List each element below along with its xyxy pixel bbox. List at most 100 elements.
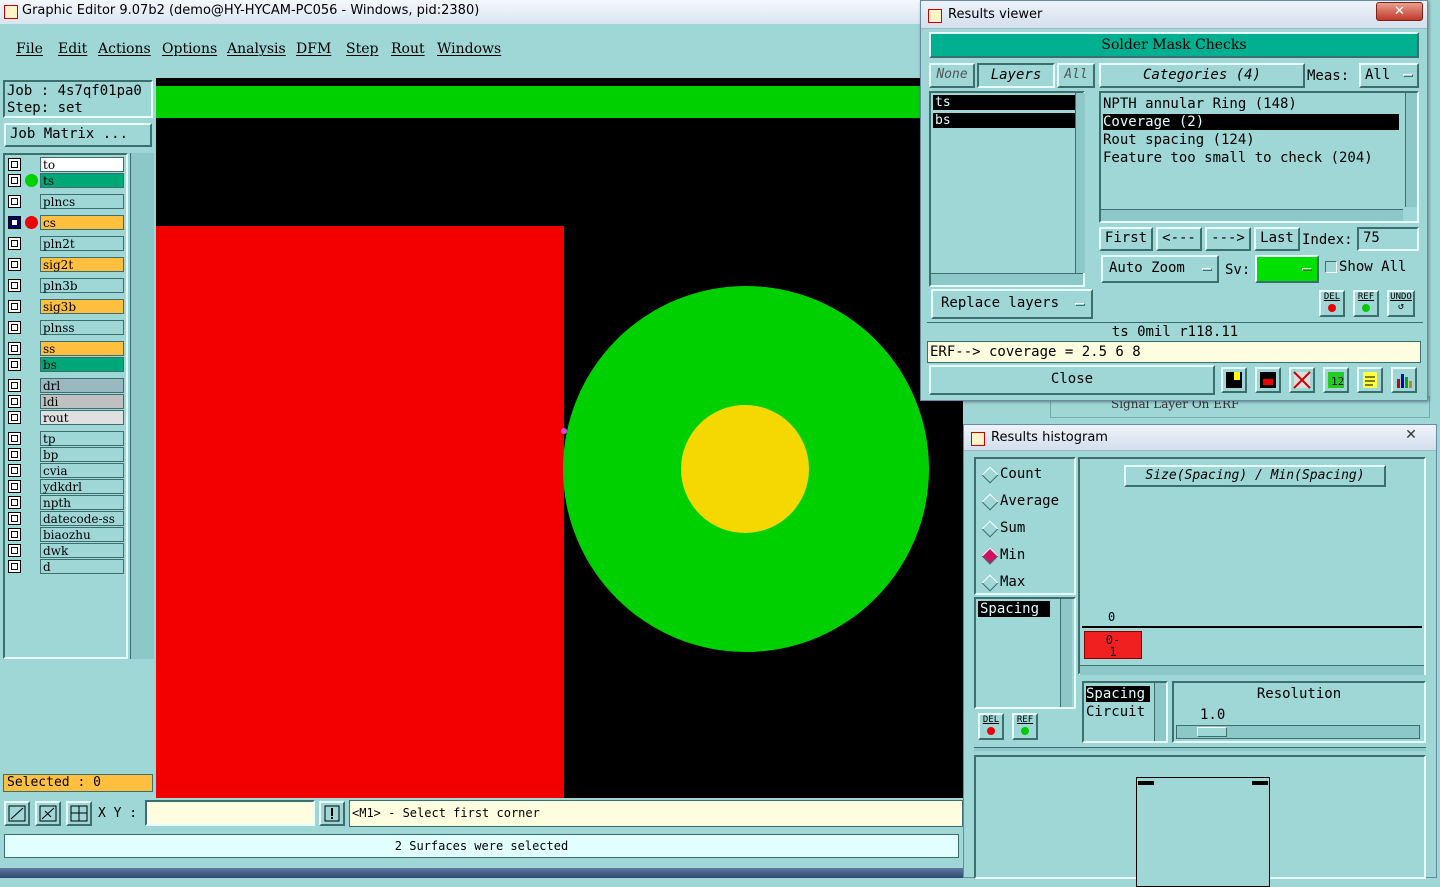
next-button[interactable]: --->	[1205, 227, 1251, 251]
layers-none-button[interactable]: None	[929, 63, 975, 88]
highlight-icon[interactable]	[1255, 367, 1281, 393]
menu-actions[interactable]: Actions	[98, 41, 151, 57]
layer-checkbox[interactable]	[8, 496, 21, 509]
grid-icon[interactable]	[66, 801, 92, 826]
close-window-button[interactable]: ✕	[1376, 2, 1423, 21]
layer-row-npth[interactable]: npth	[6, 495, 124, 510]
layers-all-button[interactable]: All	[1057, 63, 1095, 88]
close-button[interactable]: Close	[929, 365, 1215, 395]
layer-row-bp[interactable]: bp	[6, 447, 124, 462]
layer-checkbox[interactable]	[8, 195, 21, 208]
layer-row-d[interactable]: d	[6, 559, 124, 574]
layer-row-biaozhu[interactable]: biaozhu	[6, 527, 124, 542]
menu-dfm[interactable]: DFM	[296, 41, 331, 57]
layer-checkbox[interactable]	[8, 480, 21, 493]
menu-analysis[interactable]: Analysis	[227, 41, 286, 57]
layer-checkbox[interactable]	[8, 560, 21, 573]
layer-item-ts[interactable]: ts	[933, 95, 1075, 110]
xy-input[interactable]	[145, 800, 315, 826]
layer-row-plnss[interactable]: plnss	[6, 320, 124, 335]
layers-list-vscroll[interactable]	[1075, 93, 1085, 273]
menu-rout[interactable]: Rout	[391, 41, 425, 57]
layer-row-sig2t[interactable]: sig2t	[6, 257, 124, 272]
layer-checkbox[interactable]	[8, 512, 21, 525]
menu-options[interactable]: Options	[162, 41, 217, 57]
categories-hscroll[interactable]	[1101, 209, 1403, 221]
index-input[interactable]: 75	[1357, 227, 1419, 251]
layer-row-ts[interactable]: ts	[6, 173, 124, 188]
auto-zoom-dropdown[interactable]: Auto Zoom	[1101, 255, 1219, 283]
layer-row-tp[interactable]: tp	[6, 431, 124, 446]
layer-checkbox[interactable]	[8, 216, 21, 229]
measure-type-item[interactable]: Circuit	[1086, 704, 1145, 720]
layer-checkbox[interactable]	[8, 464, 21, 477]
measure-type-vscroll[interactable]	[1154, 683, 1166, 741]
menu-step[interactable]: Step	[346, 41, 378, 57]
layer-checkbox[interactable]	[8, 395, 21, 408]
layer-row-to[interactable]: to	[6, 157, 124, 172]
layer-checkbox[interactable]	[8, 258, 21, 271]
measure-list-item[interactable]: Spacing	[978, 601, 1050, 617]
layer-row-pln3b[interactable]: pln3b	[6, 278, 124, 293]
layer-row-datecode-ss[interactable]: datecode-ss	[6, 511, 124, 526]
measure-type-selected[interactable]: Spacing	[1086, 686, 1150, 702]
radio-sum[interactable]	[981, 520, 999, 538]
layer-row-cvia[interactable]: cvia	[6, 463, 124, 478]
ref-button[interactable]: REF	[1353, 290, 1379, 317]
category-item[interactable]: NPTH annular Ring (148)	[1103, 96, 1297, 112]
layer-row-dwk[interactable]: dwk	[6, 543, 124, 558]
layer-checkbox[interactable]	[8, 342, 21, 355]
color-layer-icon[interactable]	[1221, 367, 1247, 393]
resolution-slider[interactable]	[1176, 725, 1420, 739]
prev-button[interactable]: <---	[1156, 227, 1202, 251]
layer-checkbox[interactable]	[8, 237, 21, 250]
layer-checkbox[interactable]	[8, 448, 21, 461]
menu-file[interactable]: File	[16, 41, 43, 57]
layer-checkbox[interactable]	[8, 544, 21, 557]
layer-checkbox[interactable]	[8, 432, 21, 445]
layer-checkbox[interactable]	[8, 174, 21, 187]
layer-checkbox[interactable]	[8, 158, 21, 171]
last-button[interactable]: Last	[1254, 227, 1300, 251]
layer-row-ldi[interactable]: ldi	[6, 394, 124, 409]
layer-checkbox[interactable]	[8, 379, 21, 392]
layer-checkbox[interactable]	[8, 411, 21, 424]
category-item[interactable]: Feature too small to check (204)	[1103, 150, 1373, 166]
radio-max[interactable]	[981, 574, 999, 592]
sv-color-dropdown[interactable]	[1255, 255, 1319, 283]
layer-row-sig3b[interactable]: sig3b	[6, 299, 124, 314]
layer-row-drl[interactable]: drl	[6, 378, 124, 393]
layers-tab[interactable]: Layers	[977, 63, 1055, 88]
layer-row-pln2t[interactable]: pln2t	[6, 236, 124, 251]
radio-average[interactable]	[981, 493, 999, 511]
menu-windows[interactable]: Windows	[437, 41, 501, 57]
alert-icon[interactable]	[319, 801, 345, 826]
undo-button[interactable]: UNDO ↺	[1387, 290, 1415, 317]
layer-checkbox[interactable]	[8, 300, 21, 313]
layer-checkbox[interactable]	[8, 358, 21, 371]
category-item-selected[interactable]: Coverage (2)	[1103, 114, 1399, 130]
zoom-area-icon[interactable]	[35, 801, 61, 826]
meas-dropdown[interactable]: All	[1359, 63, 1419, 88]
menu-edit[interactable]: Edit	[58, 41, 87, 57]
graphic-canvas[interactable]	[156, 78, 963, 798]
histogram-close-icon[interactable]: ✕	[1400, 427, 1422, 443]
erase-icon[interactable]	[1289, 367, 1315, 393]
report-icon[interactable]	[1357, 367, 1383, 393]
measure-list-vscroll[interactable]	[1060, 599, 1072, 707]
slider-thumb[interactable]	[1197, 727, 1227, 737]
layer-row-rout[interactable]: rout	[6, 410, 124, 425]
first-button[interactable]: First	[1099, 227, 1153, 251]
job-matrix-button[interactable]: Job Matrix ...	[4, 123, 152, 147]
layer-row-plncs[interactable]: plncs	[6, 194, 124, 209]
radio-min[interactable]	[981, 547, 999, 565]
categories-vscroll[interactable]	[1405, 93, 1417, 207]
layer-list-scrollbar[interactable]	[130, 153, 154, 659]
layer-row-ss[interactable]: ss	[6, 341, 124, 356]
bar-range-label[interactable]: 0- 1	[1084, 631, 1142, 659]
histogram-del-button[interactable]: DEL	[978, 713, 1004, 740]
category-item[interactable]: Rout spacing (124)	[1103, 132, 1255, 148]
layer-checkbox[interactable]	[8, 528, 21, 541]
chart-hscroll[interactable]	[1080, 665, 1424, 675]
histogram-ref-button[interactable]: REF	[1012, 713, 1038, 740]
